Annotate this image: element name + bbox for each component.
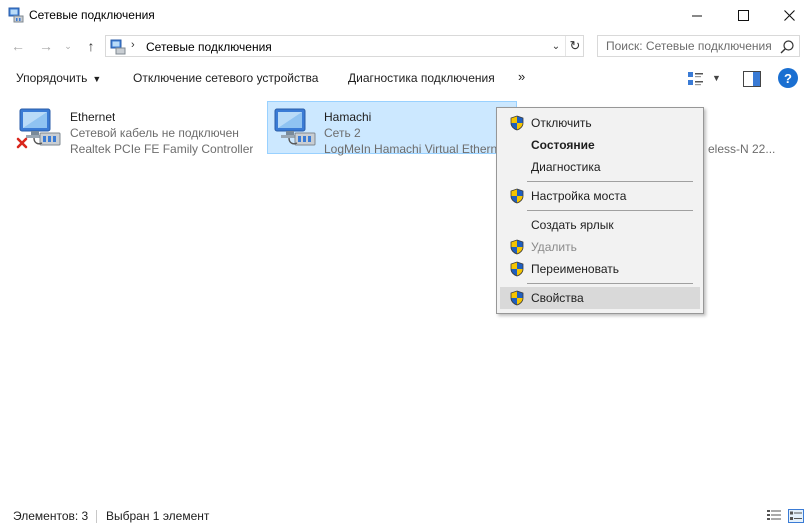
selection-count: Выбран 1 элемент — [106, 509, 210, 523]
chevron-down-icon: ⌄ — [551, 40, 561, 52]
connection-name: Ethernet — [70, 110, 116, 124]
breadcrumb-separator[interactable]: › — [131, 39, 135, 51]
caret-down-icon: ▼ — [92, 74, 102, 84]
connection-status: Сеть 2 — [324, 126, 361, 140]
menu-item-properties[interactable]: Свойства — [500, 287, 700, 309]
status-divider — [96, 510, 97, 523]
view-options-dropdown[interactable]: ▼ — [712, 73, 721, 83]
search-input[interactable] — [598, 36, 778, 56]
menu-item-bridge[interactable]: Настройка моста — [500, 185, 700, 207]
connection-status: Сетевой кабель не подключен — [70, 126, 239, 140]
search-box[interactable] — [597, 35, 800, 57]
menu-item-delete: Удалить — [500, 236, 700, 258]
uac-shield-icon — [509, 239, 525, 255]
organize-label: Упорядочить — [16, 71, 88, 85]
network-connections-app-icon — [8, 7, 24, 23]
connection-item-hamachi[interactable]: Hamachi Сеть 2 LogMeIn Hamachi Virtual E… — [267, 101, 517, 156]
search-icon[interactable] — [779, 39, 795, 55]
help-button[interactable]: ? — [778, 68, 798, 88]
connection-name: Hamachi — [324, 110, 372, 124]
connection-item-ethernet[interactable]: Ethernet Сетевой кабель не подключен Rea… — [16, 101, 256, 156]
recent-locations-button[interactable]: ⌄ — [61, 33, 75, 59]
address-history-dropdown[interactable]: ⌄ — [547, 36, 565, 56]
maximize-button[interactable] — [720, 0, 766, 30]
uac-shield-icon — [509, 261, 525, 277]
refresh-button[interactable]: ↻ — [565, 36, 584, 56]
preview-pane-icon[interactable] — [743, 71, 761, 87]
arrow-left-icon: ← — [11, 38, 25, 54]
tiles-view-icon[interactable] — [788, 509, 804, 523]
uac-shield-icon — [509, 188, 525, 204]
more-commands-button[interactable]: » — [518, 69, 525, 84]
disable-device-button[interactable]: Отключение сетевого устройства — [133, 71, 318, 85]
change-view-icon[interactable] — [686, 69, 706, 89]
organize-button[interactable]: Упорядочить ▼ — [16, 71, 101, 85]
menu-item-create-shortcut[interactable]: Создать ярлык — [500, 214, 700, 236]
command-bar: Упорядочить ▼ Отключение сетевого устройс… — [0, 66, 809, 94]
network-adapter-icon — [16, 103, 64, 149]
maximize-icon — [737, 9, 749, 21]
minimize-icon — [691, 15, 702, 16]
menu-separator — [527, 181, 693, 182]
context-menu: Отключить Состояние Диагностика Настройк… — [496, 107, 704, 314]
menu-separator — [527, 210, 693, 211]
back-button[interactable]: ← — [7, 33, 29, 59]
window-title: Сетевые подключения — [29, 8, 155, 22]
up-button[interactable]: ↑ — [80, 33, 102, 59]
refresh-icon: ↻ — [569, 38, 581, 53]
address-bar[interactable]: › Сетевые подключения ⌄ ↻ — [105, 35, 584, 57]
menu-item-disable[interactable]: Отключить — [500, 112, 700, 134]
connection-device: eless-N 22... — [708, 142, 776, 156]
menu-separator — [527, 283, 693, 284]
menu-item-status[interactable]: Состояние — [500, 134, 700, 156]
arrow-right-icon: → — [39, 38, 53, 54]
breadcrumb-network-connections[interactable]: Сетевые подключения — [146, 40, 272, 54]
menu-item-rename[interactable]: Переименовать — [500, 258, 700, 280]
forward-button[interactable]: → — [35, 33, 57, 59]
uac-shield-icon — [509, 290, 525, 306]
title-bar: Сетевые подключения — [0, 0, 809, 30]
chevron-down-icon: ⌄ — [64, 40, 72, 51]
status-bar: Элементов: 3 Выбран 1 элемент — [0, 505, 809, 525]
details-view-icon[interactable] — [766, 509, 782, 523]
item-count: Элементов: 3 — [13, 509, 89, 523]
uac-shield-icon — [509, 115, 525, 131]
menu-item-diagnostics[interactable]: Диагностика — [500, 156, 700, 178]
close-icon — [783, 9, 795, 21]
network-connections-icon — [110, 39, 126, 55]
arrow-up-icon: ↑ — [87, 38, 95, 54]
close-button[interactable] — [766, 0, 809, 30]
minimize-button[interactable] — [674, 0, 720, 30]
connection-device: Realtek PCIe FE Family Controller — [70, 142, 254, 156]
diagnose-connection-button[interactable]: Диагностика подключения — [348, 71, 495, 85]
network-adapter-icon — [271, 103, 319, 151]
navigation-bar: ← → ⌄ ↑ › Сетевые подключения ⌄ ↻ — [0, 33, 809, 61]
connection-device: LogMeIn Hamachi Virtual Ethernet Adapter — [324, 142, 496, 156]
